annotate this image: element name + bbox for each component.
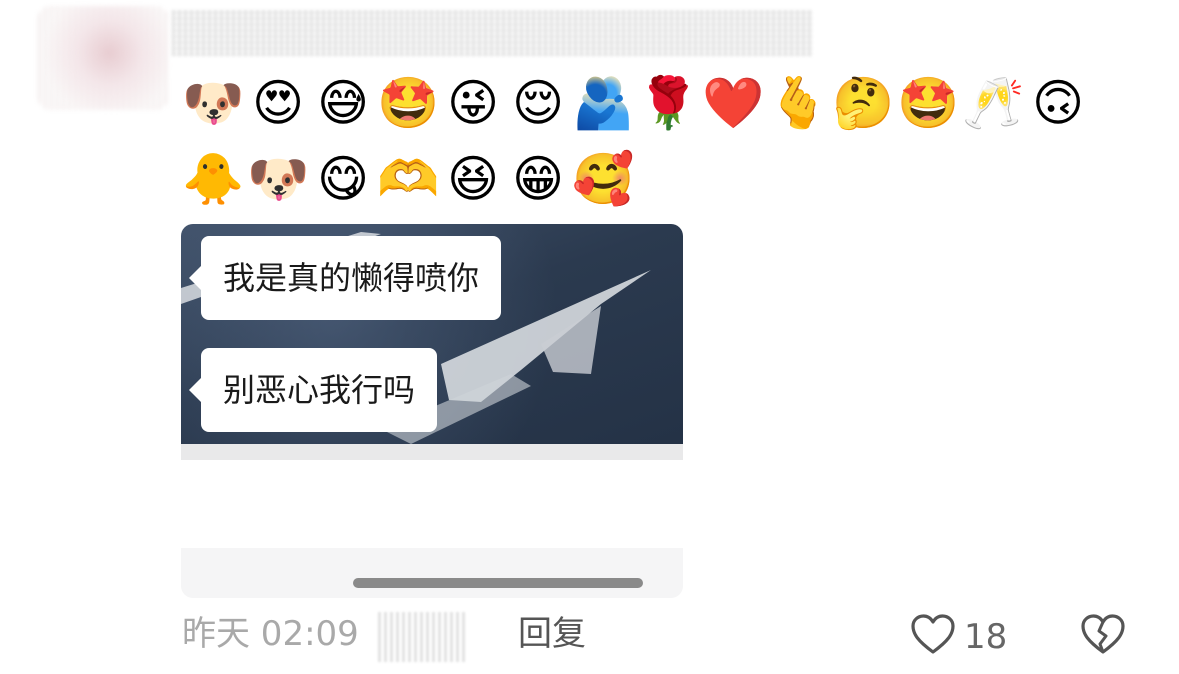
reply-button[interactable]: 回复 <box>518 612 586 656</box>
rose-icon: 🌹 <box>637 74 700 132</box>
grin-sweat-icon: 😅 <box>316 74 370 132</box>
chick-shy-icon: 🐥 <box>182 150 245 208</box>
big-grin-icon: 😁 <box>511 150 565 208</box>
timestamp-redacted <box>378 612 468 662</box>
blue-hair-face-icon: 🙃 <box>1031 74 1085 132</box>
like-button[interactable]: 18 <box>908 610 1007 664</box>
like-count: 18 <box>964 617 1008 657</box>
scroll-handle[interactable] <box>353 578 643 588</box>
road-background: 我是真的懒得喷你 别恶心我行吗 <box>181 224 683 444</box>
chat-bubble: 别恶心我行吗 <box>188 348 438 432</box>
emoji-row-1: 🐶 😍 😅 🤩 😜 😌 🫂 🌹 ❤️ 🫰 🤔 🤩 🥂 🙃 <box>182 72 1089 134</box>
content-smile-icon: 😌 <box>511 74 565 132</box>
hug-icon: 🫂 <box>572 74 635 132</box>
finger-heart-icon: 🫰 <box>767 74 830 132</box>
avatar[interactable] <box>38 6 168 110</box>
hug-heart-icon: 🥰 <box>572 150 635 208</box>
pug-tongue-icon: 🐶 <box>247 150 310 208</box>
image-blank-area <box>181 460 683 548</box>
rose-mouth-icon: 😋 <box>316 150 370 208</box>
wink-tongue-icon: 😜 <box>446 74 500 132</box>
heart-eyes-kiss-icon: 😍 <box>251 74 305 132</box>
image-divider <box>181 444 683 460</box>
pug-tongue-icon: 🐶 <box>182 74 245 132</box>
broken-heart-icon <box>1078 614 1128 664</box>
heart-eyes-tongue-icon: 🤩 <box>377 74 440 132</box>
wine-toast-icon: 🥂 <box>962 74 1025 132</box>
dislike-button[interactable] <box>1078 610 1128 664</box>
red-heart-icon: ❤️ <box>702 74 765 132</box>
emoji-row-2: 🐥 🐶 😋 🫶 😆 😁 🥰 <box>182 148 634 210</box>
star-struck-icon: 🤩 <box>897 74 960 132</box>
chat-bubble: 我是真的懒得喷你 <box>188 236 502 320</box>
heart-hands-icon: 🫶 <box>377 150 440 208</box>
peace-laugh-icon: 😆 <box>446 150 500 208</box>
heart-outline-icon <box>908 610 958 664</box>
comment-image[interactable]: 我是真的懒得喷你 别恶心我行吗 <box>181 224 683 598</box>
thinking-face-icon: 🤔 <box>832 74 895 132</box>
username-redacted[interactable] <box>172 10 812 56</box>
comment-timestamp: 昨天 02:09 <box>182 614 359 654</box>
